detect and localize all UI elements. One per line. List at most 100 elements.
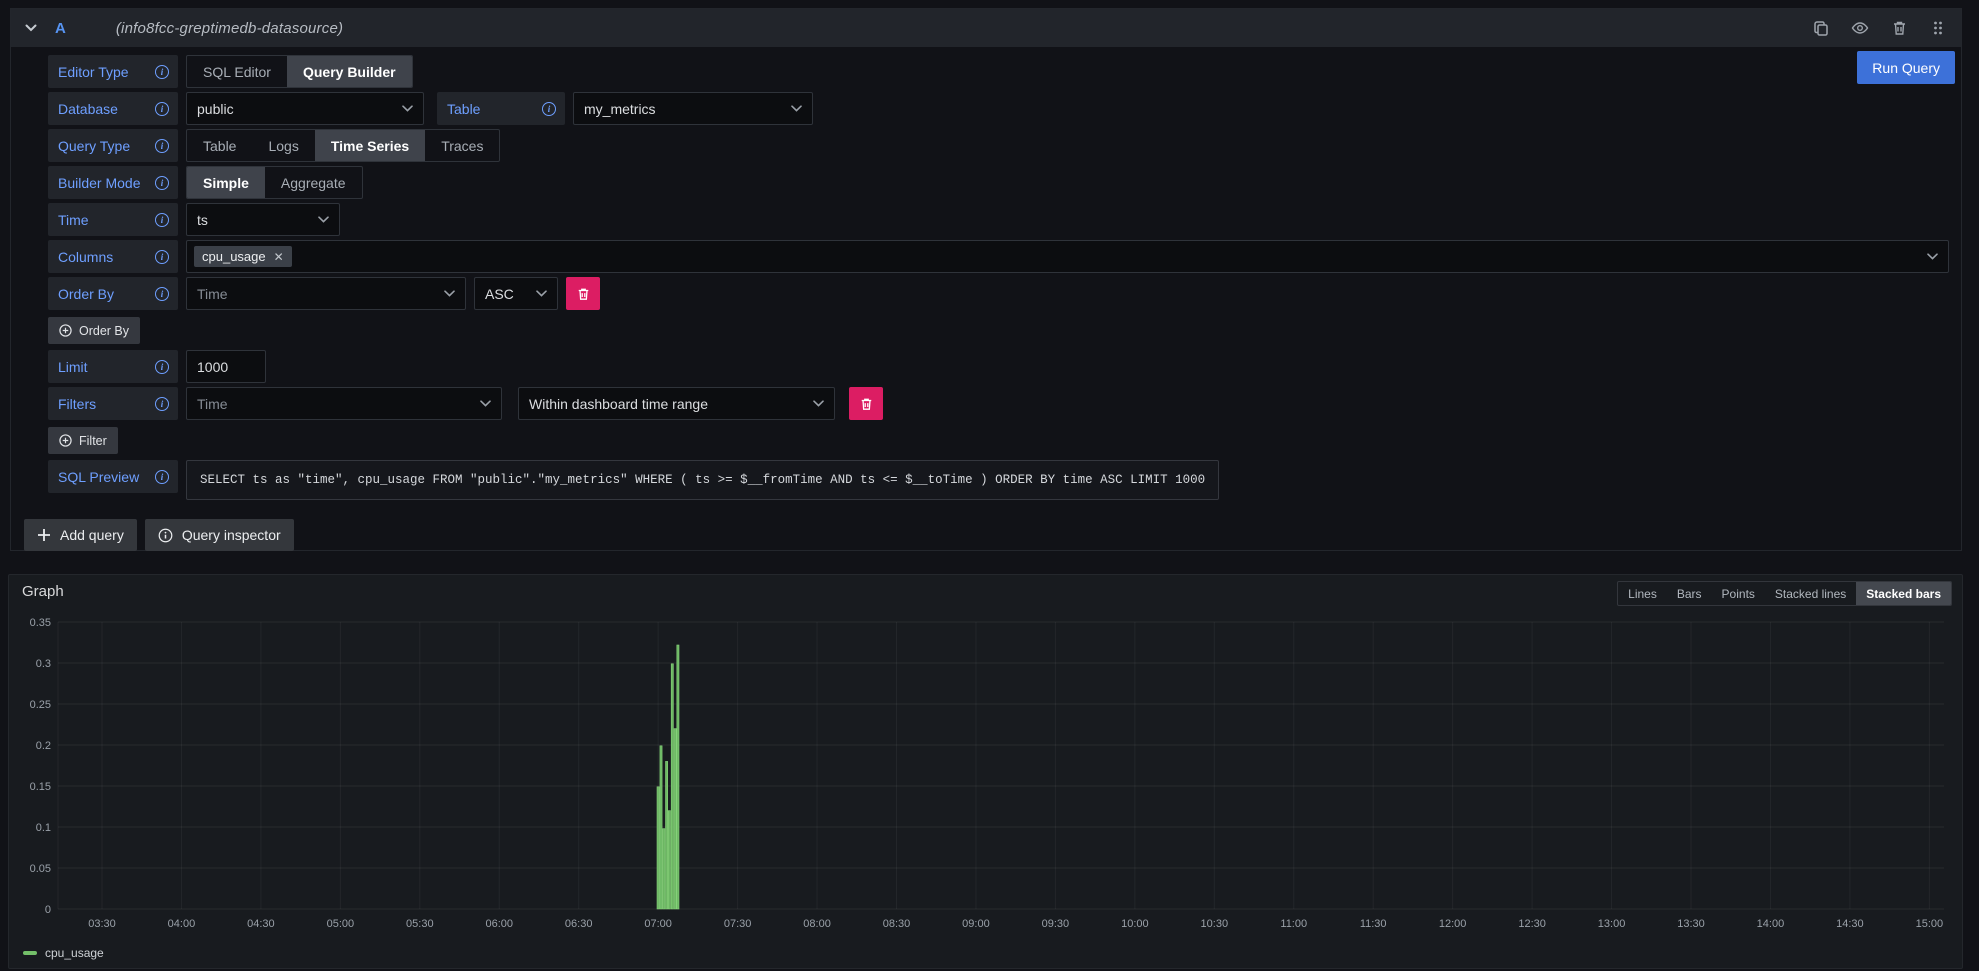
info-icon[interactable]: i bbox=[155, 65, 169, 79]
field-label-time: Time i bbox=[48, 203, 178, 236]
field-label-order-by: Order By i bbox=[48, 277, 178, 310]
svg-text:04:30: 04:30 bbox=[247, 918, 275, 930]
svg-text:11:30: 11:30 bbox=[1360, 918, 1387, 930]
limit-input[interactable]: 1000 bbox=[186, 350, 266, 383]
trash-icon bbox=[577, 287, 590, 301]
option-sql-editor[interactable]: SQL Editor bbox=[187, 56, 287, 87]
info-icon[interactable]: i bbox=[155, 213, 169, 227]
info-icon[interactable]: i bbox=[155, 360, 169, 374]
remove-order-by-button[interactable] bbox=[566, 277, 600, 310]
info-icon[interactable]: i bbox=[155, 250, 169, 264]
duplicate-query-icon[interactable] bbox=[1812, 19, 1830, 37]
sql-preview-code: SELECT ts as "time", cpu_usage FROM "pub… bbox=[186, 460, 1219, 500]
order-by-column-select[interactable]: Time bbox=[186, 277, 466, 310]
info-icon[interactable]: i bbox=[542, 102, 556, 116]
row-query-type: Query Type i TableLogsTime SeriesTraces bbox=[48, 129, 1961, 162]
row-time: Time i ts bbox=[48, 203, 1961, 236]
filter-range-select[interactable]: Within dashboard time range bbox=[518, 387, 835, 420]
legend-swatch bbox=[23, 951, 37, 955]
query-footer: Add query Query inspector bbox=[24, 519, 294, 551]
svg-text:12:30: 12:30 bbox=[1518, 918, 1546, 930]
svg-text:09:00: 09:00 bbox=[962, 918, 990, 930]
row-limit: Limit i 1000 bbox=[48, 350, 1961, 383]
svg-text:09:30: 09:30 bbox=[1042, 918, 1070, 930]
svg-text:08:30: 08:30 bbox=[883, 918, 911, 930]
field-label-query-type: Query Type i bbox=[48, 129, 178, 162]
chevron-down-icon bbox=[318, 216, 329, 223]
svg-text:07:00: 07:00 bbox=[644, 918, 672, 930]
time-column-select[interactable]: ts bbox=[186, 203, 340, 236]
plus-circle-icon bbox=[59, 324, 72, 337]
option-traces[interactable]: Traces bbox=[425, 130, 499, 161]
option-table[interactable]: Table bbox=[187, 130, 252, 161]
info-icon[interactable]: i bbox=[155, 139, 169, 153]
svg-text:12:00: 12:00 bbox=[1439, 918, 1467, 930]
info-icon[interactable]: i bbox=[155, 470, 169, 484]
chevron-down-icon bbox=[480, 400, 491, 407]
svg-text:0.2: 0.2 bbox=[36, 740, 51, 752]
info-icon[interactable]: i bbox=[155, 287, 169, 301]
svg-text:0.1: 0.1 bbox=[36, 822, 51, 834]
svg-text:04:00: 04:00 bbox=[168, 918, 196, 930]
chevron-down-icon bbox=[1927, 253, 1938, 260]
svg-text:06:30: 06:30 bbox=[565, 918, 593, 930]
panel-title: Graph bbox=[22, 583, 64, 600]
add-order-by-button[interactable]: Order By bbox=[48, 317, 140, 344]
drag-handle-icon[interactable] bbox=[1929, 19, 1947, 37]
field-label-builder-mode: Builder Mode i bbox=[48, 166, 178, 199]
column-tag-cpu_usage[interactable]: cpu_usage✕ bbox=[194, 246, 292, 267]
remove-filter-button[interactable] bbox=[849, 387, 883, 420]
legend-item-cpu-usage[interactable]: cpu_usage bbox=[23, 946, 104, 960]
svg-text:05:00: 05:00 bbox=[327, 918, 355, 930]
info-icon[interactable]: i bbox=[155, 397, 169, 411]
svg-text:0.15: 0.15 bbox=[30, 781, 51, 793]
database-select[interactable]: public bbox=[186, 92, 424, 125]
svg-text:0.3: 0.3 bbox=[36, 658, 51, 670]
query-inspector-button[interactable]: Query inspector bbox=[145, 519, 294, 551]
chevron-down-icon bbox=[402, 105, 413, 112]
chevron-down-icon bbox=[444, 290, 455, 297]
collapse-chevron-icon[interactable] bbox=[25, 24, 37, 32]
chevron-down-icon bbox=[536, 290, 547, 297]
option-logs[interactable]: Logs bbox=[252, 130, 314, 161]
info-circle-icon bbox=[158, 528, 173, 543]
option-simple[interactable]: Simple bbox=[187, 167, 265, 198]
row-sql-preview: SQL Preview i SELECT ts as "time", cpu_u… bbox=[48, 460, 1961, 500]
svg-text:0: 0 bbox=[45, 904, 51, 916]
svg-text:08:00: 08:00 bbox=[803, 918, 831, 930]
remove-tag-icon[interactable]: ✕ bbox=[274, 251, 284, 263]
field-label-columns: Columns i bbox=[48, 240, 178, 273]
table-select[interactable]: my_metrics bbox=[573, 92, 813, 125]
option-time-series[interactable]: Time Series bbox=[315, 130, 425, 161]
datasource-name: (info8fcc-greptimedb-datasource) bbox=[116, 20, 343, 37]
row-columns: Columns i cpu_usage✕ bbox=[48, 240, 1961, 273]
svg-text:10:00: 10:00 bbox=[1121, 918, 1149, 930]
svg-text:03:30: 03:30 bbox=[88, 918, 116, 930]
add-filter-button[interactable]: Filter bbox=[48, 427, 118, 454]
plus-circle-icon bbox=[59, 434, 72, 447]
eye-icon[interactable] bbox=[1851, 19, 1869, 37]
columns-multiselect[interactable]: cpu_usage✕ bbox=[186, 240, 1949, 273]
order-by-direction-select[interactable]: ASC bbox=[474, 277, 558, 310]
trash-icon[interactable] bbox=[1890, 19, 1908, 37]
field-label-filters: Filters i bbox=[48, 387, 178, 420]
svg-text:10:30: 10:30 bbox=[1201, 918, 1229, 930]
option-aggregate[interactable]: Aggregate bbox=[265, 167, 362, 198]
chevron-down-icon bbox=[791, 105, 802, 112]
field-label-limit: Limit i bbox=[48, 350, 178, 383]
field-label-sql-preview: SQL Preview i bbox=[48, 460, 178, 493]
info-icon[interactable]: i bbox=[155, 176, 169, 190]
add-query-button[interactable]: Add query bbox=[24, 519, 137, 551]
filter-column-select[interactable]: Time bbox=[186, 387, 502, 420]
query-row-header[interactable]: A (info8fcc-greptimedb-datasource) bbox=[11, 9, 1961, 47]
row-database-table: Database i public Table i my_metrics bbox=[48, 92, 1961, 125]
svg-text:06:00: 06:00 bbox=[485, 918, 513, 930]
option-query-builder[interactable]: Query Builder bbox=[287, 56, 412, 87]
info-icon[interactable]: i bbox=[155, 102, 169, 116]
row-filters: Filters i Time Within dashboard time ran… bbox=[48, 387, 1961, 420]
row-builder-mode: Builder Mode i SimpleAggregate bbox=[48, 166, 1961, 199]
time-series-chart[interactable]: 00.050.10.150.20.250.30.3503:3004:0004:3… bbox=[9, 599, 1962, 945]
selected-columns: cpu_usage✕ bbox=[187, 246, 292, 267]
chevron-down-icon bbox=[813, 400, 824, 407]
editor-type-radio-group: SQL EditorQuery Builder bbox=[186, 55, 413, 88]
